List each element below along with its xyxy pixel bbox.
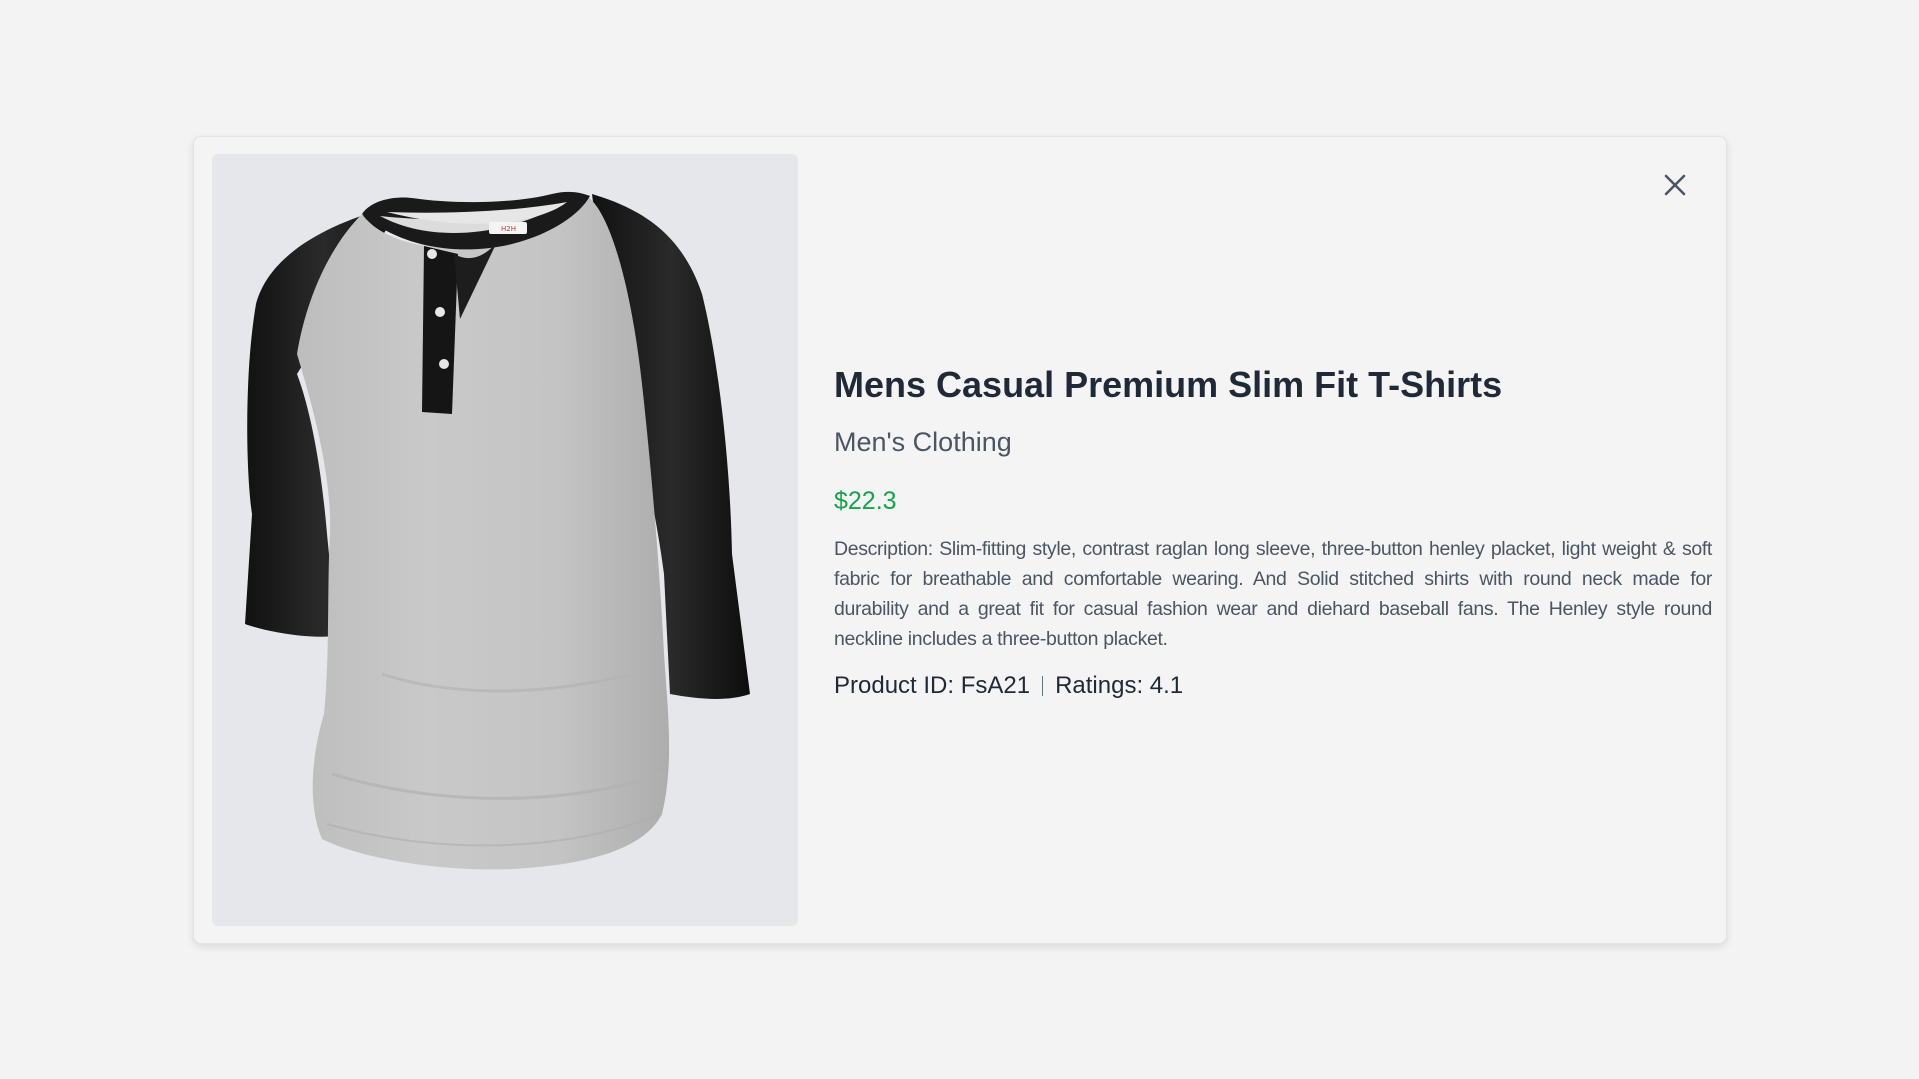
product-category: Men's Clothing	[834, 427, 1012, 457]
product-description: Description: Slim-fitting style, contras…	[834, 538, 1712, 650]
close-button[interactable]	[1658, 168, 1692, 202]
product-image: H2H	[212, 154, 798, 926]
close-icon	[1664, 174, 1686, 196]
meta-divider	[1042, 676, 1044, 696]
product-detail-modal: H2H Mens Casual Premium Slim Fit T-Shirt…	[193, 136, 1727, 944]
product-price: $22.3	[834, 487, 897, 515]
product-meta: Product ID: FsA21 Ratings: 4.1	[834, 670, 1712, 702]
product-rating: Ratings: 4.1	[1055, 672, 1184, 699]
product-info: Mens Casual Premium Slim Fit T-Shirts Me…	[834, 362, 1712, 702]
product-title: Mens Casual Premium Slim Fit T-Shirts	[834, 364, 1503, 405]
product-id: Product ID: FsA21	[834, 672, 1031, 699]
tag-label: H2H	[501, 225, 516, 233]
tshirt-illustration: H2H	[245, 191, 750, 870]
